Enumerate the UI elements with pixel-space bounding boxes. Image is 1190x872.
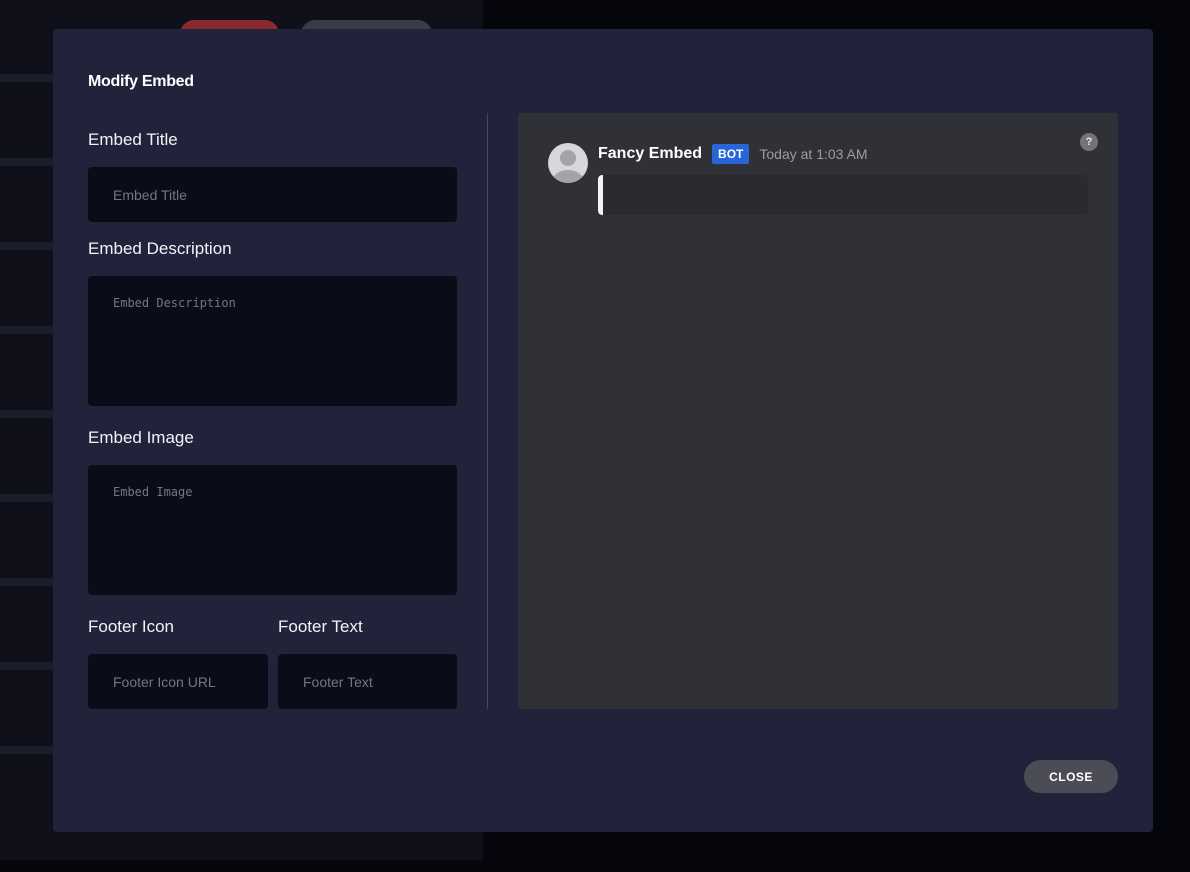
avatar-body bbox=[552, 170, 584, 183]
modal-title: Modify Embed bbox=[88, 73, 194, 90]
embed-image-textarea[interactable] bbox=[88, 465, 457, 595]
footer-text-label: Footer Text bbox=[278, 617, 363, 636]
message-timestamp: Today at 1:03 AM bbox=[759, 146, 868, 162]
avatar bbox=[548, 143, 588, 183]
avatar-head bbox=[560, 150, 576, 166]
vertical-divider bbox=[487, 113, 488, 709]
footer-icon-input[interactable] bbox=[88, 654, 268, 709]
embed-box bbox=[598, 175, 1088, 215]
bot-username: Fancy Embed bbox=[598, 145, 703, 162]
footer-text-input[interactable] bbox=[278, 654, 457, 709]
footer-icon-label: Footer Icon bbox=[88, 617, 174, 636]
embed-image-label: Embed Image bbox=[88, 428, 194, 447]
modify-embed-modal: Modify Embed Embed Title Embed Descripti… bbox=[53, 29, 1153, 832]
embed-description-textarea[interactable] bbox=[88, 276, 457, 406]
embed-description-label: Embed Description bbox=[88, 239, 232, 258]
message-header: Fancy Embed BOT Today at 1:03 AM bbox=[598, 143, 868, 165]
embed-title-label: Embed Title bbox=[88, 130, 178, 149]
embed-preview: ? Fancy Embed BOT Today at 1:03 AM bbox=[518, 113, 1118, 709]
help-icon[interactable]: ? bbox=[1080, 133, 1098, 151]
embed-color-bar bbox=[598, 175, 603, 215]
close-button[interactable]: CLOSE bbox=[1024, 760, 1118, 793]
bot-badge: BOT bbox=[712, 144, 750, 164]
embed-title-input[interactable] bbox=[88, 167, 457, 222]
